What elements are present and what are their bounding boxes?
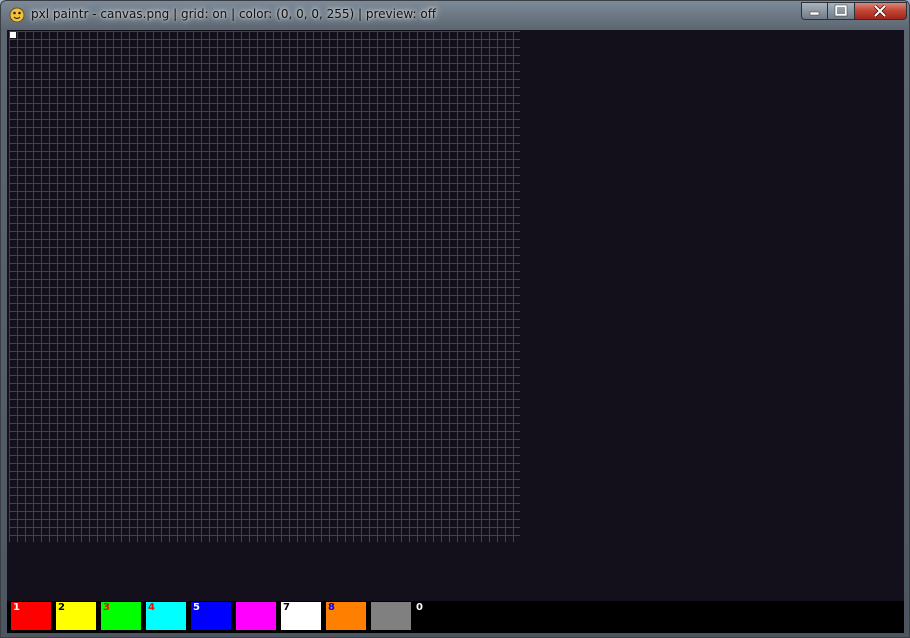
palette-swatch-7[interactable]: 7	[281, 602, 321, 630]
color-palette: 1 2 3 4 5 6 7 8 9 0	[7, 601, 904, 633]
window-controls	[801, 2, 907, 21]
selected-pixel-cell	[10, 32, 16, 38]
swatch-number: 5	[193, 602, 200, 613]
minimize-icon	[809, 11, 820, 16]
close-button[interactable]	[855, 2, 907, 20]
palette-swatch-8[interactable]: 8	[326, 602, 366, 630]
swatch-number: 4	[148, 602, 155, 613]
swatch-number: 2	[58, 602, 65, 613]
minimize-button[interactable]	[801, 2, 828, 20]
close-icon	[873, 4, 887, 18]
palette-swatch-5[interactable]: 5	[191, 602, 231, 630]
palette-swatch-1[interactable]: 1	[11, 602, 51, 630]
pixel-canvas-grid[interactable]	[9, 31, 520, 542]
palette-swatch-2[interactable]: 2	[56, 602, 96, 630]
app-window: pxl paintr - canvas.png | grid: on | col…	[0, 0, 910, 638]
window-title: pxl paintr - canvas.png | grid: on | col…	[31, 7, 436, 21]
maximize-icon	[834, 4, 848, 17]
python-logo-icon	[9, 7, 25, 23]
swatch-number: 7	[283, 602, 290, 613]
title-bar[interactable]: pxl paintr - canvas.png | grid: on | col…	[1, 1, 909, 29]
palette-swatch-3[interactable]: 3	[101, 602, 141, 630]
palette-swatch-4[interactable]: 4	[146, 602, 186, 630]
paint-area: 1 2 3 4 5 6 7 8 9 0	[7, 30, 904, 633]
swatch-number: 9	[373, 602, 380, 613]
maximize-button[interactable]	[828, 2, 855, 20]
swatch-number: 3	[103, 602, 110, 613]
palette-swatch-0[interactable]: 0	[416, 602, 423, 613]
swatch-number: 1	[13, 602, 20, 613]
palette-swatch-9[interactable]: 9	[371, 602, 411, 630]
palette-swatch-6[interactable]: 6	[236, 602, 276, 630]
swatch-number: 8	[328, 602, 335, 613]
swatch-number: 6	[238, 602, 245, 613]
